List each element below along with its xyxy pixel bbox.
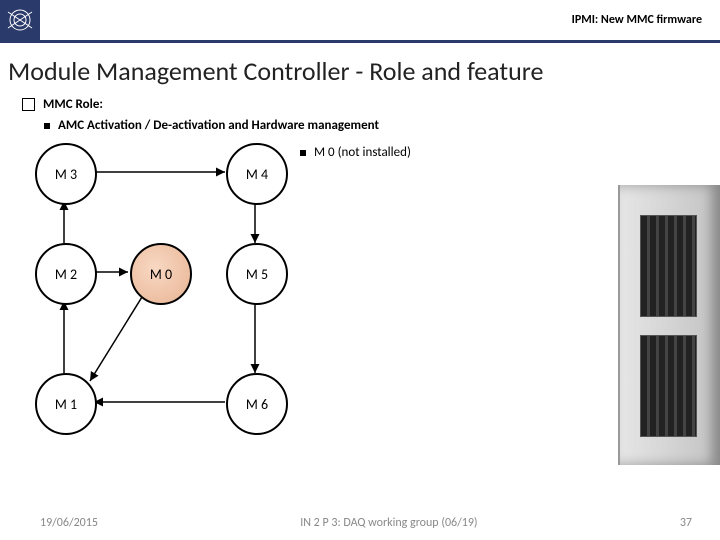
node-m6: M 6 bbox=[226, 373, 288, 435]
header-topic: IPMI: New MMC firmware bbox=[40, 13, 720, 27]
logo bbox=[0, 0, 40, 40]
bullet-sub-text: AMC Activation / De-activation and Hardw… bbox=[58, 118, 379, 133]
node-m2: M 2 bbox=[35, 243, 97, 305]
node-m5: M 5 bbox=[226, 243, 288, 305]
bullet-sub: AMC Activation / De-activation and Hardw… bbox=[22, 118, 720, 133]
header-bar: IPMI: New MMC firmware bbox=[0, 0, 720, 43]
node-m1-label: M 1 bbox=[55, 396, 77, 413]
content-block: MMC Role: AMC Activation / De-activation… bbox=[22, 97, 720, 133]
node-m3-label: M 3 bbox=[55, 166, 77, 183]
node-m2-label: M 2 bbox=[55, 266, 77, 283]
footer-date: 19/06/2015 bbox=[40, 516, 98, 530]
node-m3: M 3 bbox=[35, 143, 97, 205]
node-m4: M 4 bbox=[226, 143, 288, 205]
square-bullet-icon bbox=[300, 150, 306, 156]
footer-page: 37 bbox=[680, 516, 692, 530]
annotation-m0: M 0 (not installed) bbox=[300, 145, 411, 160]
square-bullet-icon bbox=[44, 123, 50, 129]
footer: 19/06/2015 IN 2 P 3: DAQ working group (… bbox=[0, 516, 720, 530]
node-m6-label: M 6 bbox=[246, 396, 268, 413]
bullet-main-text: MMC Role: bbox=[43, 97, 103, 112]
slide-title: Module Management Controller - Role and … bbox=[8, 55, 720, 87]
state-diagram: M 3 M 4 M 2 M 0 M 5 M 1 M 6 M 0 (not ins… bbox=[0, 153, 700, 473]
node-m0-label: M 0 bbox=[150, 266, 172, 283]
footer-group: IN 2 P 3: DAQ working group (06/19) bbox=[300, 516, 477, 530]
node-m1: M 1 bbox=[35, 373, 97, 435]
cern-logo-icon bbox=[4, 4, 36, 36]
node-m5-label: M 5 bbox=[246, 266, 268, 283]
annotation-m0-text: M 0 (not installed) bbox=[314, 145, 411, 160]
node-m4-label: M 4 bbox=[246, 166, 268, 183]
node-m0: M 0 bbox=[130, 243, 192, 305]
hardware-photo bbox=[618, 185, 720, 465]
diagram-arrows bbox=[0, 153, 700, 473]
checkbox-bullet-icon bbox=[22, 98, 35, 111]
bullet-main: MMC Role: bbox=[22, 97, 720, 112]
